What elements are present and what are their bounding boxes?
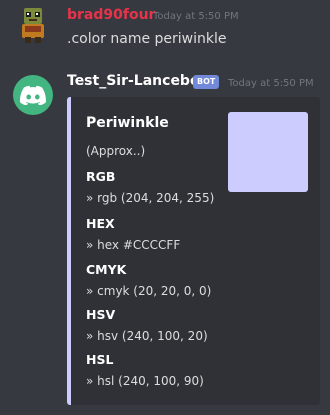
- color-embed: Periwinkle (Approx..) RGB » rgb (204, 20…: [67, 97, 320, 405]
- embed-description: (Approx..): [86, 144, 146, 158]
- embed-title: Periwinkle: [86, 115, 169, 131]
- message-author-name[interactable]: brad90four: [67, 7, 155, 23]
- embed-field-value-hsl: » hsl (240, 100, 90): [86, 374, 204, 388]
- embed-field-name-rgb: RGB: [86, 169, 116, 184]
- message-content: .color name periwinkle: [67, 31, 227, 47]
- color-swatch-thumbnail[interactable]: [228, 112, 308, 192]
- message-timestamp: Today at 5:50 PM: [228, 78, 314, 89]
- embed-field-value-cmyk: » cmyk (20, 20, 0, 0): [86, 284, 212, 298]
- embed-field-name-hsl: HSL: [86, 352, 114, 367]
- embed-field-name-cmyk: CMYK: [86, 262, 127, 277]
- bot-badge: BOT: [193, 75, 220, 89]
- user-avatar[interactable]: [13, 4, 53, 44]
- bot-avatar[interactable]: [13, 75, 53, 115]
- embed-field-name-hex: HEX: [86, 216, 115, 231]
- minecraft-character-avatar: [13, 4, 53, 44]
- message-author-name[interactable]: Test_Sir-Lancebot: [67, 73, 206, 89]
- embed-field-name-hsv: HSV: [86, 307, 116, 322]
- message-timestamp: Today at 5:50 PM: [153, 11, 239, 22]
- embed-field-value-hex: » hex #CCCCFF: [86, 238, 181, 252]
- embed-field-value-hsv: » hsv (240, 100, 20): [86, 329, 208, 343]
- discord-logo-icon: [20, 85, 46, 105]
- embed-field-value-rgb: » rgb (204, 204, 255): [86, 191, 215, 205]
